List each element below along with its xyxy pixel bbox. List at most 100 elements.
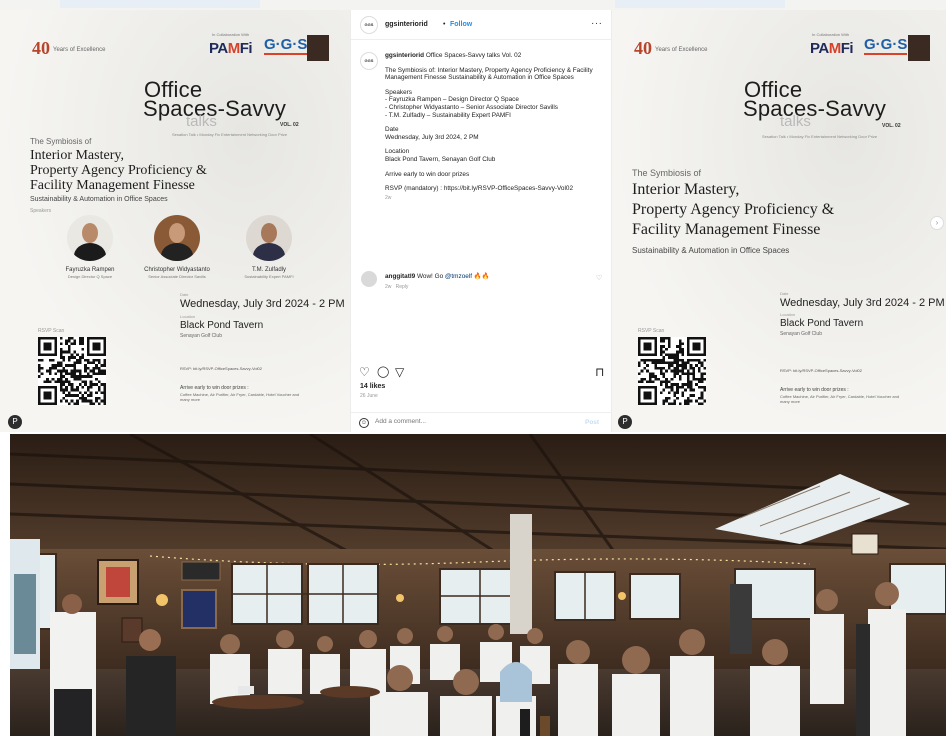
like-count[interactable]: 14 likes <box>360 383 385 390</box>
theme-line-2: Property Agency Proficiency & <box>30 163 207 178</box>
caption-rsvp-link[interactable]: RSVP (mandatory) : https://bit.ly/RSVP-O… <box>385 185 605 193</box>
event-venue: Black Pond Tavern <box>780 318 864 329</box>
event-venue-sub: Senayan Golf Club <box>180 333 222 339</box>
caption-speaker: - T.M. Zulfadly – Sustainability Expert … <box>385 111 511 119</box>
theme-line-1: Interior Mastery, <box>30 148 124 163</box>
caption-date: Wednesday, July 3rd 2024, 2 PM <box>385 133 479 141</box>
instagram-post-panel: GGS ggsinteriorid • Follow ··· GGS ggsin… <box>350 10 613 432</box>
comment-meta: 2w Reply <box>385 284 408 290</box>
bookmark-icon[interactable]: ⊓ <box>595 366 604 378</box>
sustainability-line: Sustainability & Automation in Office Sp… <box>632 246 790 255</box>
event-photo <box>10 434 946 736</box>
event-date: Wednesday, July 3rd 2024 - 2 PM <box>780 297 945 309</box>
caption-date-head: Date <box>385 126 399 134</box>
symbiosis-label: The Symbiosis of <box>632 168 702 178</box>
speaker-role: Senior Associate Director Savills <box>148 274 206 279</box>
comment-reply-button[interactable]: Reply <box>396 284 409 290</box>
speaker-role: Sustainability Expert PAMFI <box>244 274 294 279</box>
caption-theme: The Symbiosis of: Interior Mastery, Prop… <box>385 66 593 82</box>
comment-emoji: 🔥🔥 <box>473 273 490 280</box>
poster-talks: talks <box>780 113 811 130</box>
comment-icon[interactable]: ◯ <box>377 366 389 378</box>
post-comment-button[interactable]: Post <box>585 419 599 426</box>
poster-title-line2: Spaces-Savvy <box>743 96 887 121</box>
comment-mention[interactable]: @tmzoelf <box>445 273 472 280</box>
caption-speakers-head: Speakers <box>385 88 412 96</box>
partner-logo <box>307 35 329 61</box>
rsvp-qr-code[interactable] <box>638 337 706 405</box>
speaker-card: T.M. Zulfadly Sustainability Expert PAMF… <box>234 215 304 279</box>
theme-line-3: Facility Management Finesse <box>30 178 195 193</box>
add-comment-bar: ☺ Post <box>351 412 613 432</box>
comment-timestamp: 2w <box>385 284 392 290</box>
heart-icon[interactable]: ♡ <box>359 366 370 378</box>
next-slide-icon[interactable]: › <box>930 216 944 230</box>
symbiosis-label: The Symbiosis of <box>30 137 92 146</box>
ig-comment: anggitatl9 Wow! Go @tmzoelf 🔥🔥 <box>385 272 585 280</box>
poster-vol: VOL. 02 <box>280 122 299 128</box>
prize-list: Coffee Machine, Air Purifier, Air Fryer,… <box>780 394 900 404</box>
caption-prizes: Arrive early to win door prizes <box>385 170 470 178</box>
prize-heading: Arrive early to win door prizes : <box>780 387 849 393</box>
theme-line-1: Interior Mastery, <box>632 181 740 198</box>
pamfi-logo: PAMFi <box>209 40 253 57</box>
more-options-icon[interactable]: ··· <box>591 18 603 29</box>
ig-caption: ggsinteriorid Office Spaces-Savvy talks … <box>385 52 605 202</box>
collage-top: 40 Years of Excellence In Collaboration W… <box>0 0 946 432</box>
speaker-avatar <box>154 215 200 261</box>
ggs-logo: G·G·S <box>864 36 908 55</box>
ig-action-bar: ♡ ◯ ▽ ⊓ <box>359 366 607 380</box>
top-edge-strip <box>60 0 260 8</box>
collab-label: In Collaboration With <box>212 32 250 37</box>
theme-line-3: Facility Management Finesse <box>632 221 821 238</box>
speaker-avatar <box>246 215 292 261</box>
date-label: Date <box>180 292 189 297</box>
ig-account-handle[interactable]: ggsinteriorid <box>385 21 428 28</box>
rsvp-label: RSVP Scan <box>638 328 665 334</box>
collab-label: In Collaboration With <box>812 32 850 37</box>
share-icon[interactable]: ▽ <box>395 366 404 378</box>
comment-like-icon[interactable]: ♡ <box>596 274 602 282</box>
caption-speaker: - Fayruzka Rampen – Design Director Q Sp… <box>385 96 519 104</box>
rsvp-label: RSVP Scan <box>38 328 65 334</box>
sustainability-line: Sustainability & Automation in Office Sp… <box>30 196 168 203</box>
rsvp-qr-code[interactable] <box>38 337 106 405</box>
commenter-avatar[interactable] <box>361 271 377 287</box>
caption-timestamp: 2w <box>385 194 392 201</box>
speakers-label: Speakers <box>30 208 52 214</box>
top-edge-strip <box>615 0 785 8</box>
ig-account-avatar[interactable]: GGS <box>360 16 378 34</box>
event-venue: Black Pond Tavern <box>180 320 264 331</box>
ggs-logo: G·G·S <box>264 36 308 55</box>
partner-logo <box>908 35 930 61</box>
prize-heading: Arrive early to win door prizes : <box>180 385 249 391</box>
profile-icon[interactable]: P <box>618 415 632 429</box>
event-venue-sub: Senayan Golf Club <box>780 331 822 337</box>
venue-label: Location <box>180 314 196 319</box>
venue-label: Location <box>780 312 796 317</box>
caption-location-head: Location <box>385 148 410 156</box>
comment-text: Wow! Go <box>416 273 444 280</box>
follow-button[interactable]: Follow <box>450 21 472 28</box>
poster-tagline: Sesation Talk • Monday Fix Entertainment… <box>762 134 878 139</box>
event-date: Wednesday, July 3rd 2024 - 2 PM <box>180 298 345 310</box>
pamfi-logo: PAMFi <box>810 40 854 57</box>
emoji-icon[interactable]: ☺ <box>359 418 369 428</box>
ig-separator-dot: • <box>443 21 446 28</box>
event-poster-left: 40 Years of Excellence In Collaboration W… <box>0 10 350 432</box>
poster-talks: talks <box>186 113 217 130</box>
theme-line-2: Property Agency Proficiency & <box>632 201 835 218</box>
add-comment-input[interactable] <box>375 418 555 425</box>
poster-vol: VOL. 02 <box>882 123 901 129</box>
poster-tagline: Sesation Talk • Monday Fix Entertainment… <box>172 132 288 137</box>
speaker-name: Christopher Widyastanto <box>144 267 210 273</box>
rsvp-url: RSVP: bit.ly/RSVP-OfficeSpaces-Savvy-Vol… <box>780 368 862 373</box>
caption-handle[interactable]: ggsinteriorid <box>385 52 424 59</box>
profile-icon[interactable]: P <box>8 415 22 429</box>
comment-username[interactable]: anggitatl9 <box>385 273 415 280</box>
speaker-name: T.M. Zulfadly <box>251 267 286 273</box>
post-date: 26 June <box>360 393 378 399</box>
logo-40-years: 40 Years of Excellence <box>634 38 708 58</box>
event-poster-right: 40 Years of Excellence In Collaboration W… <box>612 10 946 432</box>
ig-caption-avatar[interactable]: GGS <box>360 52 378 70</box>
